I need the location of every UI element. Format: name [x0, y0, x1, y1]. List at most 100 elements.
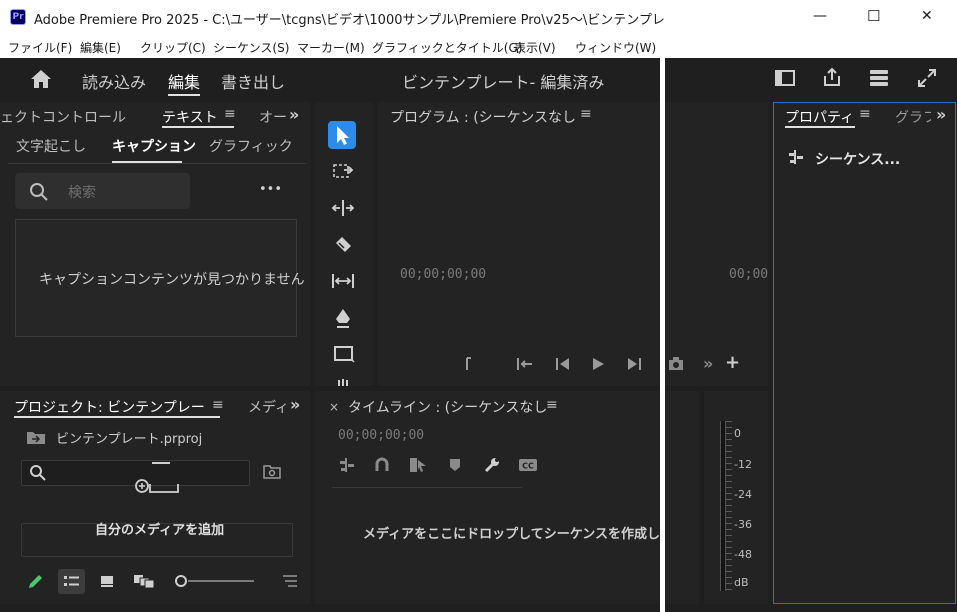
- share-icon[interactable]: [822, 67, 842, 87]
- timeline-close-icon[interactable]: ×: [329, 400, 339, 414]
- menu-edit[interactable]: 編集(E): [80, 39, 121, 56]
- tab-text[interactable]: テキスト: [162, 107, 218, 127]
- export-frame-icon[interactable]: [668, 356, 686, 372]
- sort-icon[interactable]: [282, 574, 298, 588]
- app-icon-label: Pr: [12, 12, 24, 22]
- minimize-button[interactable]: —: [813, 8, 827, 24]
- tab-menu-icon[interactable]: ≡: [224, 106, 236, 122]
- go-to-in-icon[interactable]: [516, 357, 536, 371]
- sequence-icon: [787, 149, 805, 165]
- timeline-title: タイムライン : (シーケンスなし: [348, 400, 548, 416]
- mark-in-icon[interactable]: [464, 356, 474, 372]
- window-title-bar: Pr Adobe Premiere Pro 2025 - C:\ユーザー\tcg…: [0, 0, 733, 34]
- subtabs-divider: [8, 163, 306, 164]
- home-icon[interactable]: [30, 69, 52, 89]
- pen-tool-icon[interactable]: [333, 307, 353, 329]
- project-menu-icon[interactable]: ≡: [212, 397, 224, 413]
- linked-selection-icon[interactable]: [409, 456, 427, 474]
- rectangle-tool-icon[interactable]: [333, 345, 355, 363]
- svg-text:CC: CC: [522, 462, 534, 471]
- meter-tick-36: -36: [734, 518, 752, 531]
- audio-meter-ticks: [726, 421, 732, 591]
- program-timecode-current[interactable]: 00;00;00;00: [400, 267, 486, 282]
- meter-tick-24: -24: [734, 488, 752, 501]
- zoom-slider[interactable]: [174, 574, 254, 588]
- meter-tick-48: -48: [734, 548, 752, 561]
- more-options-icon[interactable]: •••: [259, 182, 282, 197]
- play-icon[interactable]: [591, 357, 605, 371]
- icon-view-icon[interactable]: [99, 574, 115, 588]
- menu-clip[interactable]: クリップ(C): [140, 39, 206, 56]
- pencil-icon[interactable]: [26, 573, 44, 591]
- active-workspace-underline: [168, 94, 200, 96]
- program-monitor-title: プログラム : (シーケンスなし: [390, 110, 576, 126]
- timeline-timecode[interactable]: 00;00;00;00: [338, 428, 424, 443]
- tab-graphics-truncated[interactable]: グラフ: [895, 107, 931, 127]
- tab-project[interactable]: プロジェクト: ビンテンプレー: [14, 397, 205, 417]
- nest-sequence-icon[interactable]: [338, 457, 356, 473]
- workspace-edit[interactable]: 編集: [168, 69, 200, 93]
- timeline-panel: [315, 391, 660, 604]
- panel-layout-icon[interactable]: [775, 70, 795, 86]
- menu-view[interactable]: 表示(V): [514, 39, 556, 56]
- tab-media-browser[interactable]: メディ: [248, 397, 289, 417]
- selection-tool-icon[interactable]: [328, 121, 356, 149]
- add-media-label: 自分のメディアを追加: [95, 523, 225, 538]
- project-title: ビンテンプレート- 編集済み: [402, 73, 605, 92]
- workspace-export[interactable]: 書き出し: [221, 69, 285, 93]
- find-media-icon[interactable]: [263, 464, 281, 480]
- step-forward-icon[interactable]: [626, 357, 642, 371]
- tabs-overflow-icon[interactable]: »: [289, 105, 299, 124]
- menu-window[interactable]: ウィンドウ(W): [575, 39, 656, 56]
- maximize-button[interactable]: ☐: [867, 7, 880, 25]
- program-menu-icon[interactable]: ≡: [580, 106, 592, 122]
- properties-sequence-label: シーケンス...: [815, 152, 901, 168]
- step-back-icon[interactable]: [555, 357, 571, 371]
- program-overflow-icon[interactable]: »: [703, 354, 713, 373]
- subtab-graphics[interactable]: グラフィック: [209, 136, 293, 156]
- import-media-icon[interactable]: [132, 462, 180, 500]
- tab-properties[interactable]: プロパティ: [785, 107, 854, 127]
- project-overflow-icon[interactable]: »: [290, 395, 300, 414]
- timeline-settings-wrench-icon[interactable]: [483, 456, 501, 474]
- menu-file[interactable]: ファイル(F): [8, 39, 72, 56]
- program-monitor-panel-right: [665, 102, 768, 386]
- workspaces-menu-icon[interactable]: [869, 69, 889, 87]
- tab-audio[interactable]: オー: [259, 107, 287, 127]
- list-view-button[interactable]: [58, 569, 85, 594]
- track-select-tool-icon[interactable]: [332, 162, 354, 182]
- properties-tab-underline: [785, 126, 855, 128]
- freeform-view-icon[interactable]: [133, 573, 155, 589]
- project-tab-underline: [14, 416, 220, 418]
- add-marker-icon[interactable]: [449, 458, 461, 472]
- properties-menu-icon[interactable]: ≡: [859, 106, 871, 122]
- workspace-import[interactable]: 読み込み: [82, 69, 146, 93]
- subtab-transcript[interactable]: 文字起こし: [16, 136, 86, 156]
- razor-tool-icon[interactable]: [333, 234, 353, 254]
- properties-overflow-icon[interactable]: »: [936, 105, 946, 124]
- meter-tick-0: 0: [734, 427, 741, 440]
- program-monitor-panel: [378, 102, 660, 386]
- fullscreen-icon[interactable]: [917, 68, 937, 88]
- subtab-captions[interactable]: キャプション: [112, 136, 196, 156]
- project-file-name: ビンテンプレート.prproj: [56, 432, 203, 447]
- snap-icon[interactable]: [374, 457, 390, 473]
- close-button[interactable]: ✕: [921, 8, 933, 24]
- menu-sequence[interactable]: シーケンス(S): [213, 39, 289, 56]
- caption-empty-message: キャプションコンテンツが見つかりません: [39, 272, 305, 288]
- button-editor-add-icon[interactable]: +: [725, 352, 740, 373]
- tab-effect-controls[interactable]: ェクトコントロール: [0, 107, 126, 127]
- window-controls: — ☐ ✕: [665, 0, 957, 34]
- premiere-app-icon: Pr: [10, 9, 26, 25]
- captions-cc-icon[interactable]: CC: [518, 458, 538, 472]
- meter-unit-db: dB: [734, 576, 749, 589]
- slip-tool-icon[interactable]: [331, 271, 355, 291]
- ripple-edit-tool-icon[interactable]: [331, 198, 355, 218]
- meter-tick-12: -12: [734, 458, 752, 471]
- project-search-icon: [29, 464, 47, 482]
- menu-marker[interactable]: マーカー(M): [297, 39, 365, 56]
- hand-tool-icon[interactable]: [336, 378, 350, 386]
- timeline-menu-icon[interactable]: ≡: [546, 397, 558, 413]
- menu-graphics[interactable]: グラフィックとタイトル(G): [372, 39, 522, 56]
- timeline-drop-message: メディアをここにドロップしてシーケンスを作成しま: [363, 527, 660, 542]
